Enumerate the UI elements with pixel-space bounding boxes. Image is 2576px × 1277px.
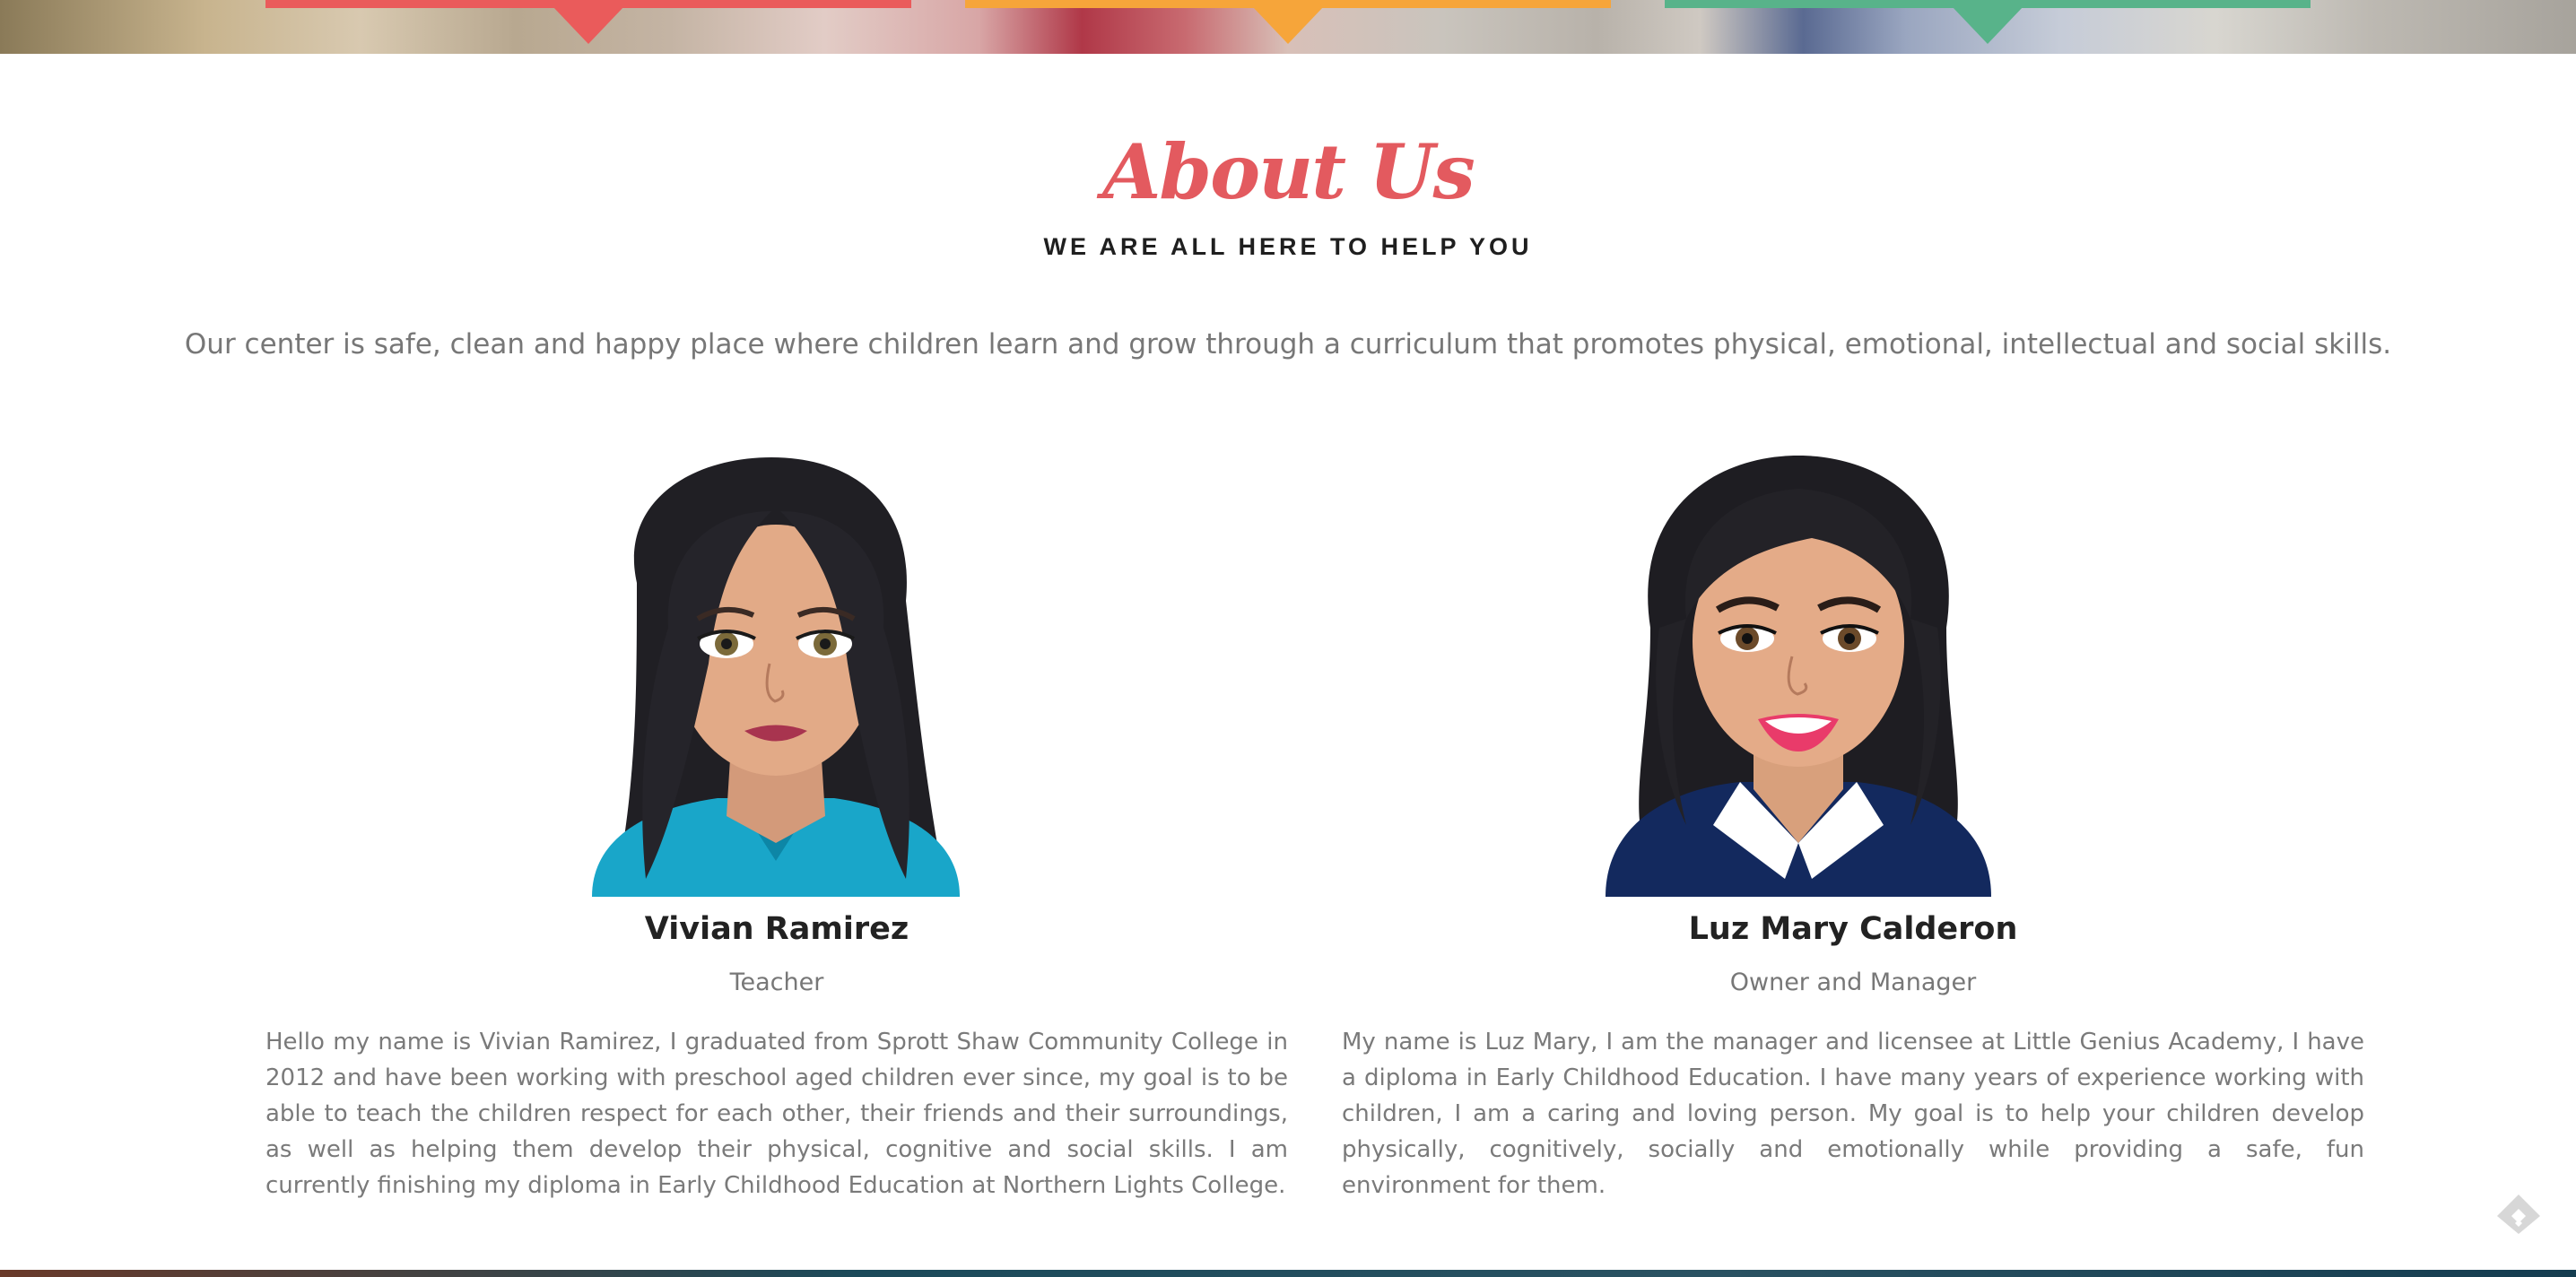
avatar-luz-mary	[1606, 456, 1991, 897]
member-bio: My name is Luz Mary, I am the manager an…	[1342, 1029, 2364, 1199]
section-title: About Us	[1102, 127, 1475, 216]
member-role: Teacher	[729, 969, 824, 996]
footer-strip	[0, 1270, 2576, 1277]
tab-arrow-green	[1952, 6, 2023, 44]
section-subtitle: WE ARE ALL HERE TO HELP YOU	[1043, 233, 1533, 260]
tab-arrow-orange	[1252, 6, 1324, 44]
feedly-icon[interactable]	[2495, 1193, 2542, 1236]
member-name: Luz Mary Calderon	[1688, 911, 2018, 947]
tab-arrow-red	[553, 6, 624, 44]
member-bio: Hello my name is Vivian Ramirez, I gradu…	[265, 1029, 1288, 1199]
intro-text: Our center is safe, clean and happy plac…	[184, 328, 2392, 361]
member-role: Owner and Manager	[1729, 969, 1977, 996]
member-name: Vivian Ramirez	[644, 911, 909, 947]
avatar-vivian	[592, 457, 960, 897]
